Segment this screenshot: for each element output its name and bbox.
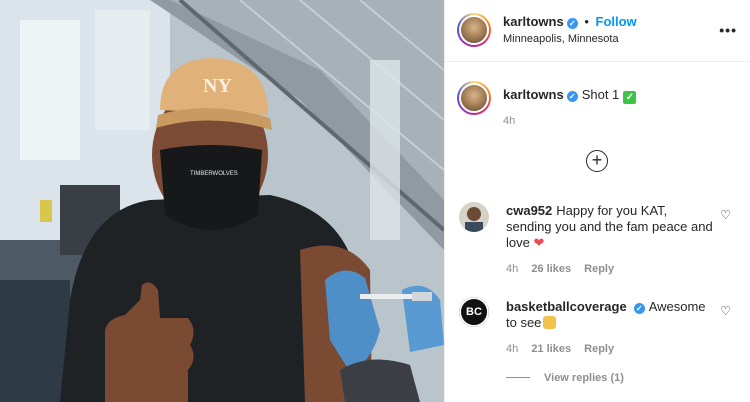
comment-meta: 4h 21 likes Reply: [506, 343, 624, 355]
load-more-comments-icon[interactable]: +: [586, 150, 608, 172]
verified-badge-icon: ✓: [566, 91, 578, 102]
comment-timestamp[interactable]: 4h: [506, 263, 518, 275]
svg-text:NY: NY: [203, 75, 232, 97]
post-location[interactable]: Minneapolis, Minnesota: [503, 33, 619, 45]
author-avatar[interactable]: [457, 13, 491, 47]
svg-text:TIMBERWOLVES: TIMBERWOLVES: [190, 171, 238, 177]
caption-username[interactable]: karltowns: [503, 87, 564, 102]
check-mark-emoji-icon: ✓: [623, 91, 637, 104]
verified-badge-icon: ✓: [633, 303, 645, 314]
view-replies-button[interactable]: View replies (1): [506, 372, 624, 384]
comment-likes-count[interactable]: 26 likes: [531, 263, 571, 275]
raised-hands-emoji-icon: [543, 316, 557, 329]
caption-body: Shot 1: [581, 87, 620, 102]
comment-text: basketballcoverage ✓ Awesome to see: [506, 299, 716, 331]
red-heart-emoji-icon: ❤: [533, 235, 545, 250]
commenter-username[interactable]: basketballcoverage: [506, 299, 627, 314]
author-username[interactable]: karltowns: [503, 14, 564, 29]
comment-likes-count[interactable]: 21 likes: [531, 343, 571, 355]
commenter-username[interactable]: cwa952: [506, 203, 552, 218]
vaccination-photo: TIMBERWOLVES NY: [0, 0, 444, 402]
follow-button[interactable]: Follow: [596, 14, 637, 29]
comment-meta: 4h 26 likes Reply: [506, 263, 624, 275]
commenter-avatar[interactable]: [459, 202, 489, 232]
reply-button[interactable]: Reply: [584, 263, 614, 275]
like-comment-heart-icon[interactable]: ♡: [720, 208, 731, 222]
replies-divider-line: [506, 377, 530, 378]
post-photo[interactable]: TIMBERWOLVES NY: [0, 0, 444, 402]
header-title-row: karltowns ✓ • Follow: [503, 14, 637, 29]
more-options-icon[interactable]: •••: [719, 22, 737, 38]
commenter-avatar[interactable]: BC: [459, 297, 489, 327]
post-side-panel: karltowns ✓ • Follow Minneapolis, Minneso…: [444, 0, 750, 402]
reply-button[interactable]: Reply: [584, 343, 614, 355]
comment-text: cwa952 Happy for you KAT, sending you and…: [506, 203, 716, 251]
view-replies-label: View replies (1): [544, 372, 624, 384]
caption-text-row: karltowns ✓ Shot 1 ✓: [503, 87, 637, 104]
like-comment-heart-icon[interactable]: ♡: [720, 304, 731, 318]
comment-timestamp[interactable]: 4h: [506, 343, 518, 355]
verified-badge-icon: ✓: [566, 18, 578, 29]
caption-timestamp[interactable]: 4h: [503, 115, 515, 127]
post-header: karltowns ✓ • Follow Minneapolis, Minneso…: [445, 0, 750, 62]
caption-avatar[interactable]: [457, 81, 491, 115]
separator-dot: •: [584, 14, 589, 29]
bc-logo-text: BC: [459, 297, 489, 327]
